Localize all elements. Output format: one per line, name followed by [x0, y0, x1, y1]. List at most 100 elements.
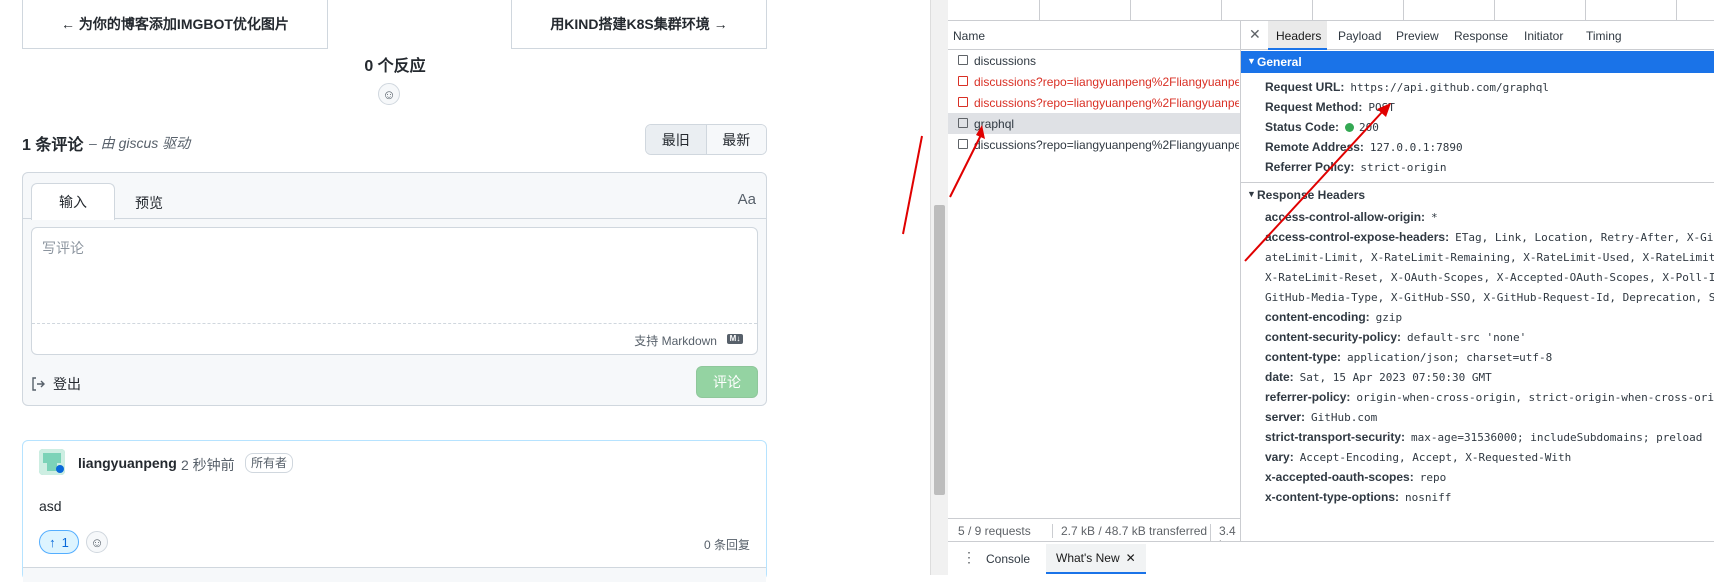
comment-placeholder: 写评论: [42, 240, 84, 256]
owner-badge: 所有者: [245, 453, 294, 473]
response-header-row: content-encoding: gzip: [1265, 310, 1402, 330]
request-count: 5 / 9 requests: [958, 524, 1031, 538]
header-value: application/json; charset=utf-8: [1347, 351, 1553, 364]
more-menu-icon[interactable]: ⋮: [962, 549, 976, 566]
response-header-continuation: X-RateLimit-Reset, X-OAuth-Scopes, X-Acc…: [1265, 270, 1714, 290]
request-name: graphql: [974, 117, 1015, 131]
response-header-row: date: Sat, 15 Apr 2023 07:50:30 GMT: [1265, 370, 1492, 390]
document-icon: [958, 55, 968, 65]
name-column-header[interactable]: Name: [948, 21, 1240, 50]
tab-headers[interactable]: Headers: [1276, 29, 1321, 43]
markdown-bar: 支持 Markdown M↓: [32, 323, 757, 354]
font-toggle[interactable]: Aa: [738, 191, 756, 208]
prev-post-link[interactable]: ← 为你的博客添加IMGBOT优化图片: [22, 0, 328, 49]
request-row[interactable]: discussions: [948, 50, 1240, 71]
logout-link[interactable]: 登出: [31, 374, 81, 394]
header-value: GitHub-Media-Type, X-GitHub-SSO, X-GitHu…: [1265, 291, 1714, 304]
tab-initiator[interactable]: Initiator: [1524, 29, 1563, 43]
tab-whats-new[interactable]: What's New ✕: [1046, 544, 1146, 574]
comment-body: asd: [39, 498, 62, 514]
request-row[interactable]: discussions?repo=liangyuanpeng%2Fliangyu…: [948, 71, 1240, 92]
blog-page: ← 为你的博客添加IMGBOT优化图片 用KIND搭建K8S集群环境 → 0 个…: [0, 0, 930, 582]
close-icon[interactable]: ✕: [1249, 26, 1261, 43]
header-value: Sat, 15 Apr 2023 07:50:30 GMT: [1299, 371, 1492, 384]
response-header-row: referrer-policy: origin-when-cross-origin…: [1265, 390, 1714, 410]
reactions-title: 0 个反应: [364, 58, 426, 75]
upvote-count: 1: [61, 534, 69, 550]
submit-comment-button[interactable]: 评论: [696, 366, 758, 398]
comments-count: 1 条评论: [22, 137, 84, 154]
request-row[interactable]: discussions?repo=liangyuanpeng%2Fliangyu…: [948, 134, 1240, 155]
markdown-support-text: 支持 Markdown: [634, 334, 717, 348]
triangle-down-icon: ▼: [1247, 56, 1256, 66]
page-scrollbar-thumb[interactable]: [934, 205, 945, 495]
request-row[interactable]: discussions?repo=liangyuanpeng%2Fliangyu…: [948, 92, 1240, 113]
response-header-row: x-content-type-options: nosniff: [1265, 490, 1451, 510]
header-value: GitHub.com: [1311, 411, 1378, 424]
avatar[interactable]: [39, 449, 65, 475]
sort-toggle: 最旧 最新: [645, 124, 767, 155]
powered-by-giscus: – 由 giscus 驱动: [89, 135, 191, 151]
details-tabs: ✕ Headers Payload Preview Response Initi…: [1241, 21, 1714, 50]
close-icon[interactable]: ✕: [1126, 551, 1136, 565]
request-details: ✕ Headers Payload Preview Response Initi…: [1241, 21, 1714, 541]
header-key: x-content-type-options:: [1265, 490, 1399, 504]
response-header-row: server: GitHub.com: [1265, 410, 1377, 430]
comment-author[interactable]: liangyuanpeng: [78, 455, 177, 471]
header-value: Accept-Encoding, Accept, X-Requested-Wit…: [1299, 451, 1572, 464]
comment-time[interactable]: 2 秒钟前: [181, 455, 235, 475]
header-value: nosniff: [1405, 491, 1452, 504]
request-list: Name discussions discussions?repo=liangy…: [948, 21, 1241, 552]
sign-out-icon: [32, 377, 45, 391]
devtools-drawer: ⋮ Console What's New ✕: [948, 541, 1714, 575]
header-value: max-age=31536000; includeSubdomains; pre…: [1411, 431, 1703, 444]
header-value: origin-when-cross-origin, strict-origin-…: [1356, 391, 1714, 404]
header-key: referrer-policy:: [1265, 390, 1351, 404]
comment-textarea[interactable]: 写评论 支持 Markdown M↓: [31, 227, 758, 355]
general-title: General: [1257, 55, 1302, 69]
header-value: default-src 'none': [1407, 331, 1527, 344]
response-header-row: strict-transport-security: max-age=315360…: [1265, 430, 1702, 450]
request-name: discussions?repo=liangyuanpeng%2Fliangyu…: [974, 96, 1239, 110]
tab-write[interactable]: 输入: [31, 183, 115, 220]
comment-reaction-smiley-icon[interactable]: ☺: [86, 531, 108, 553]
header-value: ETag, Link, Location, Retry-After, X-Git…: [1455, 231, 1714, 244]
add-reaction-smiley-icon[interactable]: ☺: [378, 83, 400, 105]
prev-post-label: ← 为你的博客添加IMGBOT优化图片: [61, 16, 289, 32]
tab-timing[interactable]: Timing: [1586, 29, 1622, 43]
tab-console[interactable]: Console: [986, 552, 1030, 566]
tab-response[interactable]: Response: [1454, 29, 1508, 43]
whats-new-label: What's New: [1056, 551, 1120, 565]
header-key: content-encoding:: [1265, 310, 1370, 324]
header-key: content-type:: [1265, 350, 1341, 364]
general-section-header[interactable]: ▼ General: [1241, 51, 1714, 73]
sort-newest-button[interactable]: 最新: [706, 125, 766, 154]
next-post-label: 用KIND搭建K8S集群环境 →: [550, 16, 728, 32]
sort-oldest-button[interactable]: 最旧: [646, 125, 707, 154]
upvote-button[interactable]: ↑ 1: [39, 530, 79, 554]
tab-preview[interactable]: Preview: [1396, 29, 1439, 43]
request-row-selected[interactable]: graphql: [948, 113, 1240, 134]
reply-count: 0 条回复: [703, 538, 750, 552]
response-header-continuation: GitHub-Media-Type, X-GitHub-SSO, X-GitHu…: [1265, 290, 1714, 310]
tab-preview[interactable]: 预览: [135, 193, 163, 213]
comment-editor: 输入 预览 Aa 写评论 支持 Markdown M↓ 登出 评论: [22, 172, 767, 406]
arrow-up-icon: ↑: [49, 534, 56, 550]
header-key: date:: [1265, 370, 1294, 384]
header-key: content-security-policy:: [1265, 330, 1402, 344]
annotation-arrow: [949, 125, 985, 198]
response-header-row: content-security-policy: default-src 'non…: [1265, 330, 1526, 350]
identicon-icon: [39, 449, 65, 475]
header-key: server:: [1265, 410, 1306, 424]
next-post-link[interactable]: 用KIND搭建K8S集群环境 →: [511, 0, 767, 49]
document-icon: [958, 97, 968, 107]
response-header-row: x-accepted-oauth-scopes: repo: [1265, 470, 1446, 490]
waterfall-overview: [948, 0, 1714, 21]
tab-payload[interactable]: Payload: [1338, 29, 1381, 43]
markdown-icon: M↓: [727, 334, 743, 344]
transferred-size: 2.7 kB / 48.7 kB transferred: [1052, 524, 1207, 538]
comment-card: liangyuanpeng 2 秒钟前 所有者 asd ↑ 1 ☺ 0 条回复: [22, 440, 767, 582]
header-value: *: [1431, 211, 1438, 224]
header-key: vary:: [1265, 450, 1294, 464]
editor-tabs: 输入 预览 Aa: [23, 173, 766, 220]
